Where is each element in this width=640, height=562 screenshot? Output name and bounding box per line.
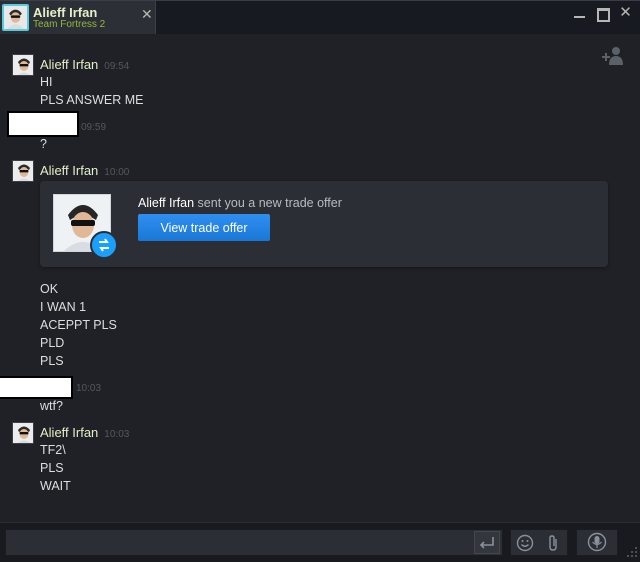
message-text: I WAN 1 (40, 300, 87, 314)
send-button[interactable] (474, 531, 500, 554)
emoticon-attach-group (510, 529, 568, 556)
trade-sender-name[interactable]: Alieff Irfan (138, 196, 194, 210)
message-input-bar (0, 522, 640, 562)
message-text: WAIT (40, 479, 71, 493)
maximize-button[interactable] (596, 7, 610, 22)
message-text: ? (40, 137, 47, 151)
minimize-button[interactable] (573, 7, 586, 20)
message-sender: Alieff Irfan 10:00 (40, 163, 129, 178)
message-timestamp: 09:59 (81, 122, 107, 133)
sender-name[interactable]: Alieff Irfan (40, 163, 98, 178)
voice-chat-button[interactable] (576, 529, 618, 556)
avatar[interactable] (12, 160, 34, 182)
message-text: PLD (40, 336, 65, 350)
message-text: wtf? (40, 399, 63, 413)
redacted-sender (7, 111, 79, 137)
message-timestamp: 10:00 (104, 167, 130, 178)
trade-offer-card: Alieff Irfan sent you a new trade offer … (40, 181, 608, 267)
view-trade-offer-button[interactable]: View trade offer (138, 214, 270, 241)
message-text: HI (40, 75, 53, 89)
message-text: PLS (40, 354, 64, 368)
invite-friend-icon[interactable] (601, 45, 625, 67)
tab-contact-name: Alieff Irfan (33, 5, 98, 20)
window-controls: ✕ (573, 5, 632, 22)
message-text: ACEPPT PLS (40, 318, 117, 332)
attachment-icon[interactable] (543, 533, 563, 553)
resize-grip-icon[interactable] (626, 546, 638, 558)
close-window-button[interactable]: ✕ (619, 5, 632, 20)
chat-tab[interactable]: Alieff Irfan Team Fortress 2 ✕ (0, 1, 156, 34)
tab-game-status: Team Fortress 2 (33, 19, 106, 30)
tab-avatar (2, 4, 29, 31)
voice-chat-icon (587, 532, 607, 552)
avatar[interactable] (12, 54, 34, 76)
message-timestamp: 10:03 (104, 429, 130, 440)
tab-close-button[interactable]: ✕ (141, 6, 153, 23)
message-input[interactable] (5, 529, 503, 556)
avatar[interactable] (12, 422, 34, 444)
message-text: OK (40, 282, 59, 296)
message-sender: Alieff Irfan 10:03 (40, 425, 129, 440)
title-bar: Alieff Irfan Team Fortress 2 ✕ ✕ (0, 0, 640, 34)
emoticon-icon[interactable] (515, 533, 535, 553)
trade-description: sent you a new trade offer (197, 196, 342, 210)
trade-offer-text: Alieff Irfan sent you a new trade offer (138, 196, 342, 210)
trade-icon (90, 231, 118, 259)
message-text: PLS (40, 461, 64, 475)
sender-name[interactable]: Alieff Irfan (40, 57, 98, 72)
message-text: TF2\ (40, 443, 66, 457)
message-sender: Alieff Irfan 09:54 (40, 57, 129, 72)
message-timestamp: 09:54 (104, 61, 130, 72)
message-text: PLS ANSWER ME (40, 93, 144, 107)
sender-name[interactable]: Alieff Irfan (40, 425, 98, 440)
redacted-sender (0, 376, 73, 399)
send-icon (479, 537, 494, 549)
message-timestamp: 10:03 (76, 383, 102, 394)
